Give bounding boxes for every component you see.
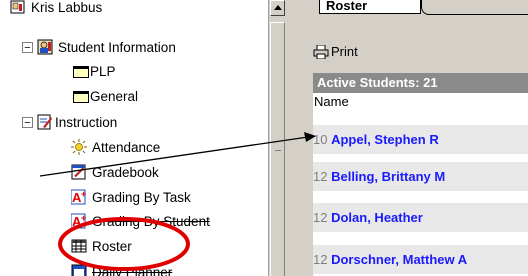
folder-icon [73, 63, 90, 79]
tree-item-instruction[interactable]: − Instruction [22, 112, 117, 132]
student-name-link[interactable]: Belling, Brittany M [331, 169, 445, 184]
grading-task-icon: A + [70, 189, 88, 205]
student-name-link[interactable]: Dolan, Heather [331, 210, 423, 225]
grading-student-icon: A + [70, 213, 88, 229]
tree-item-gradebook[interactable]: Gradebook [71, 162, 159, 182]
gradebook-icon [71, 164, 88, 180]
tab-inactive[interactable] [421, 0, 528, 15]
printer-icon [313, 44, 329, 59]
roster-icon [71, 238, 88, 254]
table-row[interactable]: 12 Dolan, Heather [313, 203, 528, 232]
grade-cell: 12 [313, 169, 328, 184]
pane-splitter[interactable] [285, 0, 309, 276]
navigation-tree: Kris Labbus − Student Information PLP Ge… [0, 0, 268, 276]
tree-item-general[interactable]: General [73, 86, 138, 106]
tree-item-student-information[interactable]: − Student Information [22, 37, 176, 57]
tree-item-label: Grading By Task [92, 189, 191, 205]
roster-panel: Active Students: 21 Name 10 Appel, Steph… [313, 73, 528, 276]
grade-cell: 12 [313, 252, 328, 267]
scroll-grip-icon [275, 141, 281, 151]
tree-item-daily-planner[interactable]: Daily Planner [71, 262, 172, 276]
tree-item-label: Daily Planner [92, 264, 173, 276]
folder-icon [73, 88, 90, 104]
table-row[interactable]: 12 Dorschner, Matthew A [313, 245, 528, 274]
instruction-icon [37, 114, 54, 130]
scroll-thumb[interactable] [270, 22, 285, 276]
collapse-toggle[interactable]: − [22, 41, 33, 53]
grade-cell: 12 [313, 210, 328, 225]
tree-item-plp[interactable]: PLP [73, 61, 116, 81]
tab-roster-label: Roster [326, 0, 368, 13]
column-header-name[interactable]: Name [313, 93, 528, 111]
scroll-up-button[interactable] [270, 0, 285, 16]
student-name-link[interactable]: Dorschner, Matthew A [331, 252, 467, 267]
tree-item-label: Attendance [92, 139, 161, 155]
grade-cell: 10 [313, 132, 328, 147]
student-info-icon [37, 39, 54, 55]
tree-item-roster[interactable]: Roster [71, 236, 132, 256]
print-label: Print [331, 44, 358, 59]
teacher-icon [10, 0, 27, 15]
tab-roster[interactable]: Roster [319, 0, 421, 14]
svg-text:+: + [81, 189, 86, 199]
tree-item-label: Kris Labbus [31, 0, 103, 15]
tree-item-label: Gradebook [92, 164, 159, 180]
roster-header: Active Students: 21 [313, 73, 528, 93]
collapse-toggle[interactable]: − [22, 116, 33, 128]
tree-item-label: General [90, 88, 139, 104]
tree-item-grading-by-student[interactable]: A + Grading By Student [70, 211, 210, 231]
planner-icon [71, 264, 88, 276]
attendance-icon [71, 139, 88, 155]
print-button[interactable]: Print [313, 44, 358, 59]
table-row[interactable]: 12 Belling, Brittany M [313, 162, 528, 191]
content-pane: Roster Print Active Students: 21 Name 10… [309, 0, 528, 276]
tree-item-label: Roster [92, 238, 132, 254]
tree-item-label: Instruction [55, 114, 118, 130]
tree-item-label: Student Information [58, 39, 176, 55]
tree-item-label: Grading By Student [92, 213, 210, 229]
svg-text:+: + [81, 213, 86, 223]
tree-item-attendance[interactable]: Attendance [71, 137, 160, 157]
tree-item-grading-by-task[interactable]: A + Grading By Task [70, 187, 191, 207]
tree-item-teacher[interactable]: Kris Labbus [10, 0, 102, 17]
tree-scrollbar[interactable] [268, 0, 285, 276]
table-row[interactable]: 10 Appel, Stephen R [313, 125, 528, 154]
tree-item-label: PLP [90, 63, 116, 79]
student-name-link[interactable]: Appel, Stephen R [331, 132, 439, 147]
